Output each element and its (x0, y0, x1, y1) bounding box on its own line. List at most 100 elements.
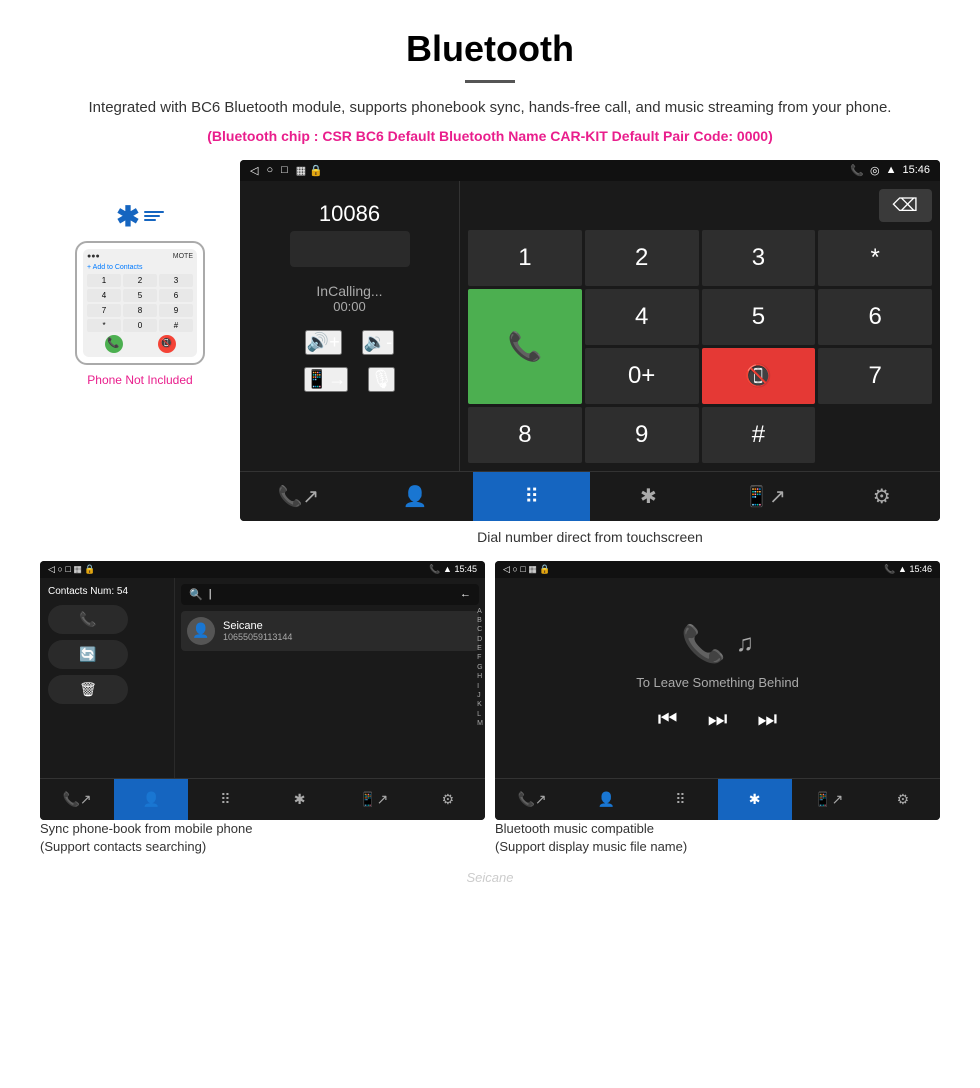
phone-key-star[interactable]: * (87, 319, 121, 332)
contacts-android-screen: ◁ ○ □ ▦ 🔒 📞 ▲ 15:45 Contacts Num: 54 📞 � (40, 561, 485, 820)
nav-dialpad[interactable]: ⠿ (473, 472, 590, 521)
dial-number-input-box[interactable] (290, 231, 410, 267)
num-btn-star[interactable]: * (818, 230, 932, 286)
num-btn-3[interactable]: 3 (702, 230, 816, 286)
num-btn-0plus[interactable]: 0+ (585, 348, 699, 404)
phone-key-5[interactable]: 5 (123, 289, 157, 302)
alpha-index: A B C D E F G H I J K L M (477, 608, 483, 729)
nav-phone-out[interactable]: 📱↗ (707, 472, 824, 521)
description-text: Integrated with BC6 Bluetooth module, su… (60, 97, 920, 120)
phone-key-2[interactable]: 2 (123, 274, 157, 287)
mute-button[interactable]: 🎙 (368, 367, 395, 392)
phone-status-icon: 📞 (850, 164, 864, 177)
num-btn-1[interactable]: 1 (468, 230, 582, 286)
alpha-i[interactable]: I (477, 683, 483, 691)
phone-key-0[interactable]: 0 (123, 319, 157, 332)
search-backspace-icon[interactable]: ← (460, 588, 471, 600)
phone-dialpad: 1 2 3 4 5 6 7 8 9 * 0 # (87, 274, 193, 332)
num-btn-6[interactable]: 6 (818, 289, 932, 345)
contacts-back-icon[interactable]: ◁ ○ □ (48, 564, 71, 574)
num-btn-5[interactable]: 5 (702, 289, 816, 345)
nav-contacts[interactable]: 👤 (357, 472, 474, 521)
call-button[interactable]: 📞 (468, 289, 582, 404)
contacts-left-panel: Contacts Num: 54 📞 🔄 🗑 (40, 578, 175, 778)
num-btn-2[interactable]: 2 (585, 230, 699, 286)
transfer-button[interactable]: 📱→ (304, 367, 348, 392)
alpha-d[interactable]: D (477, 636, 483, 644)
backspace-button[interactable]: ⌫ (879, 189, 932, 222)
alpha-j[interactable]: J (477, 692, 483, 700)
home-nav-icon[interactable]: ○ (266, 164, 273, 177)
music-status-bar: ◁ ○ □ ▦ 🔒 📞 ▲ 15:46 (495, 561, 940, 578)
contacts-delete-btn[interactable]: 🗑 (48, 675, 128, 704)
music-prev-button[interactable]: ⏮ (658, 706, 678, 732)
contact-avatar: 👤 (187, 617, 215, 645)
alpha-b[interactable]: B (477, 617, 483, 625)
music-nav-call[interactable]: 📞↗ (495, 779, 569, 820)
music-nav-phone-out[interactable]: 📱↗ (792, 779, 866, 820)
contact-list-item[interactable]: 👤 Seicane 10655059113144 (181, 611, 479, 651)
recents-nav-icon[interactable]: □ (281, 164, 288, 177)
music-notif-icon: ▦ 🔒 (528, 564, 550, 574)
music-back-icon[interactable]: ◁ ○ □ (503, 564, 526, 574)
header-section: Bluetooth Integrated with BC6 Bluetooth … (0, 0, 980, 160)
music-nav-dialpad[interactable]: ⠿ (643, 779, 717, 820)
music-nav-settings[interactable]: ⚙ (866, 779, 940, 820)
nav-settings[interactable]: ⚙ (823, 472, 940, 521)
music-nav-bluetooth[interactable]: ✱ (718, 779, 792, 820)
nav-call-transfer[interactable]: 📞↗ (240, 472, 357, 521)
contacts-caption: Sync phone-book from mobile phone (Suppo… (40, 820, 485, 856)
contacts-phone-icon: 📞 (429, 564, 440, 574)
contacts-nav-contacts[interactable]: 👤 (114, 779, 188, 820)
num-btn-8[interactable]: 8 (468, 407, 582, 463)
music-nav-contacts[interactable]: 👤 (569, 779, 643, 820)
phone-key-4[interactable]: 4 (87, 289, 121, 302)
phone-key-9[interactable]: 9 (159, 304, 193, 317)
alpha-e[interactable]: E (477, 645, 483, 653)
numpad-grid: 1 2 3 * 📞 4 5 6 0+ 📵 7 8 9 (468, 230, 932, 463)
alpha-l[interactable]: L (477, 711, 483, 719)
num-btn-hash[interactable]: # (702, 407, 816, 463)
contacts-call-btn[interactable]: 📞 (48, 605, 128, 634)
contact-search-bar[interactable]: 🔍 | ← (181, 584, 479, 605)
contacts-nav-phone-out[interactable]: 📱↗ (337, 779, 411, 820)
volume-down-button[interactable]: 🔉- (362, 330, 394, 355)
contacts-nav-dialpad[interactable]: ⠿ (188, 779, 262, 820)
phone-key-6[interactable]: 6 (159, 289, 193, 302)
alpha-a[interactable]: A (477, 608, 483, 616)
end-call-button[interactable]: 📵 (702, 348, 816, 404)
phone-key-1[interactable]: 1 (87, 274, 121, 287)
volume-up-button[interactable]: 🔊+ (305, 330, 342, 355)
contacts-caption-line1: Sync phone-book from mobile phone (40, 821, 252, 836)
music-play-button[interactable]: ⏭ (708, 706, 728, 732)
num-btn-9[interactable]: 9 (585, 407, 699, 463)
search-icon: 🔍 (189, 588, 203, 601)
phone-key-hash[interactable]: # (159, 319, 193, 332)
back-nav-icon[interactable]: ◁ (250, 164, 258, 177)
alpha-c[interactable]: C (477, 626, 483, 634)
alpha-h[interactable]: H (477, 673, 483, 681)
contact-number: 10655059113144 (223, 632, 473, 642)
alpha-m[interactable]: M (477, 720, 483, 728)
phone-key-7[interactable]: 7 (87, 304, 121, 317)
music-next-button[interactable]: ⏭ (757, 706, 777, 732)
status-bar: ◁ ○ □ ▦ 🔒 📞 ◎ ▲ 15:46 (240, 160, 940, 181)
num-btn-7[interactable]: 7 (818, 348, 932, 404)
alpha-f[interactable]: F (477, 654, 483, 662)
phone-call-btn[interactable]: 📞 (105, 335, 123, 353)
num-btn-4[interactable]: 4 (585, 289, 699, 345)
incalling-label: InCalling... (316, 283, 382, 299)
contact-name: Seicane (223, 620, 473, 632)
music-icon-area: 📞 ♫ (681, 623, 754, 665)
contacts-nav-bluetooth[interactable]: ✱ (263, 779, 337, 820)
phone-key-8[interactable]: 8 (123, 304, 157, 317)
phone-key-3[interactable]: 3 (159, 274, 193, 287)
contacts-refresh-btn[interactable]: 🔄 (48, 640, 128, 669)
phone-end-btn[interactable]: 📵 (158, 335, 176, 353)
alpha-g[interactable]: G (477, 664, 483, 672)
alpha-k[interactable]: K (477, 701, 483, 709)
nav-bluetooth[interactable]: ✱ (590, 472, 707, 521)
contacts-nav-settings[interactable]: ⚙ (411, 779, 485, 820)
phone-container: ✱ ●●● MOTE + Add to Contacts 1 (40, 160, 240, 387)
contacts-nav-call[interactable]: 📞↗ (40, 779, 114, 820)
